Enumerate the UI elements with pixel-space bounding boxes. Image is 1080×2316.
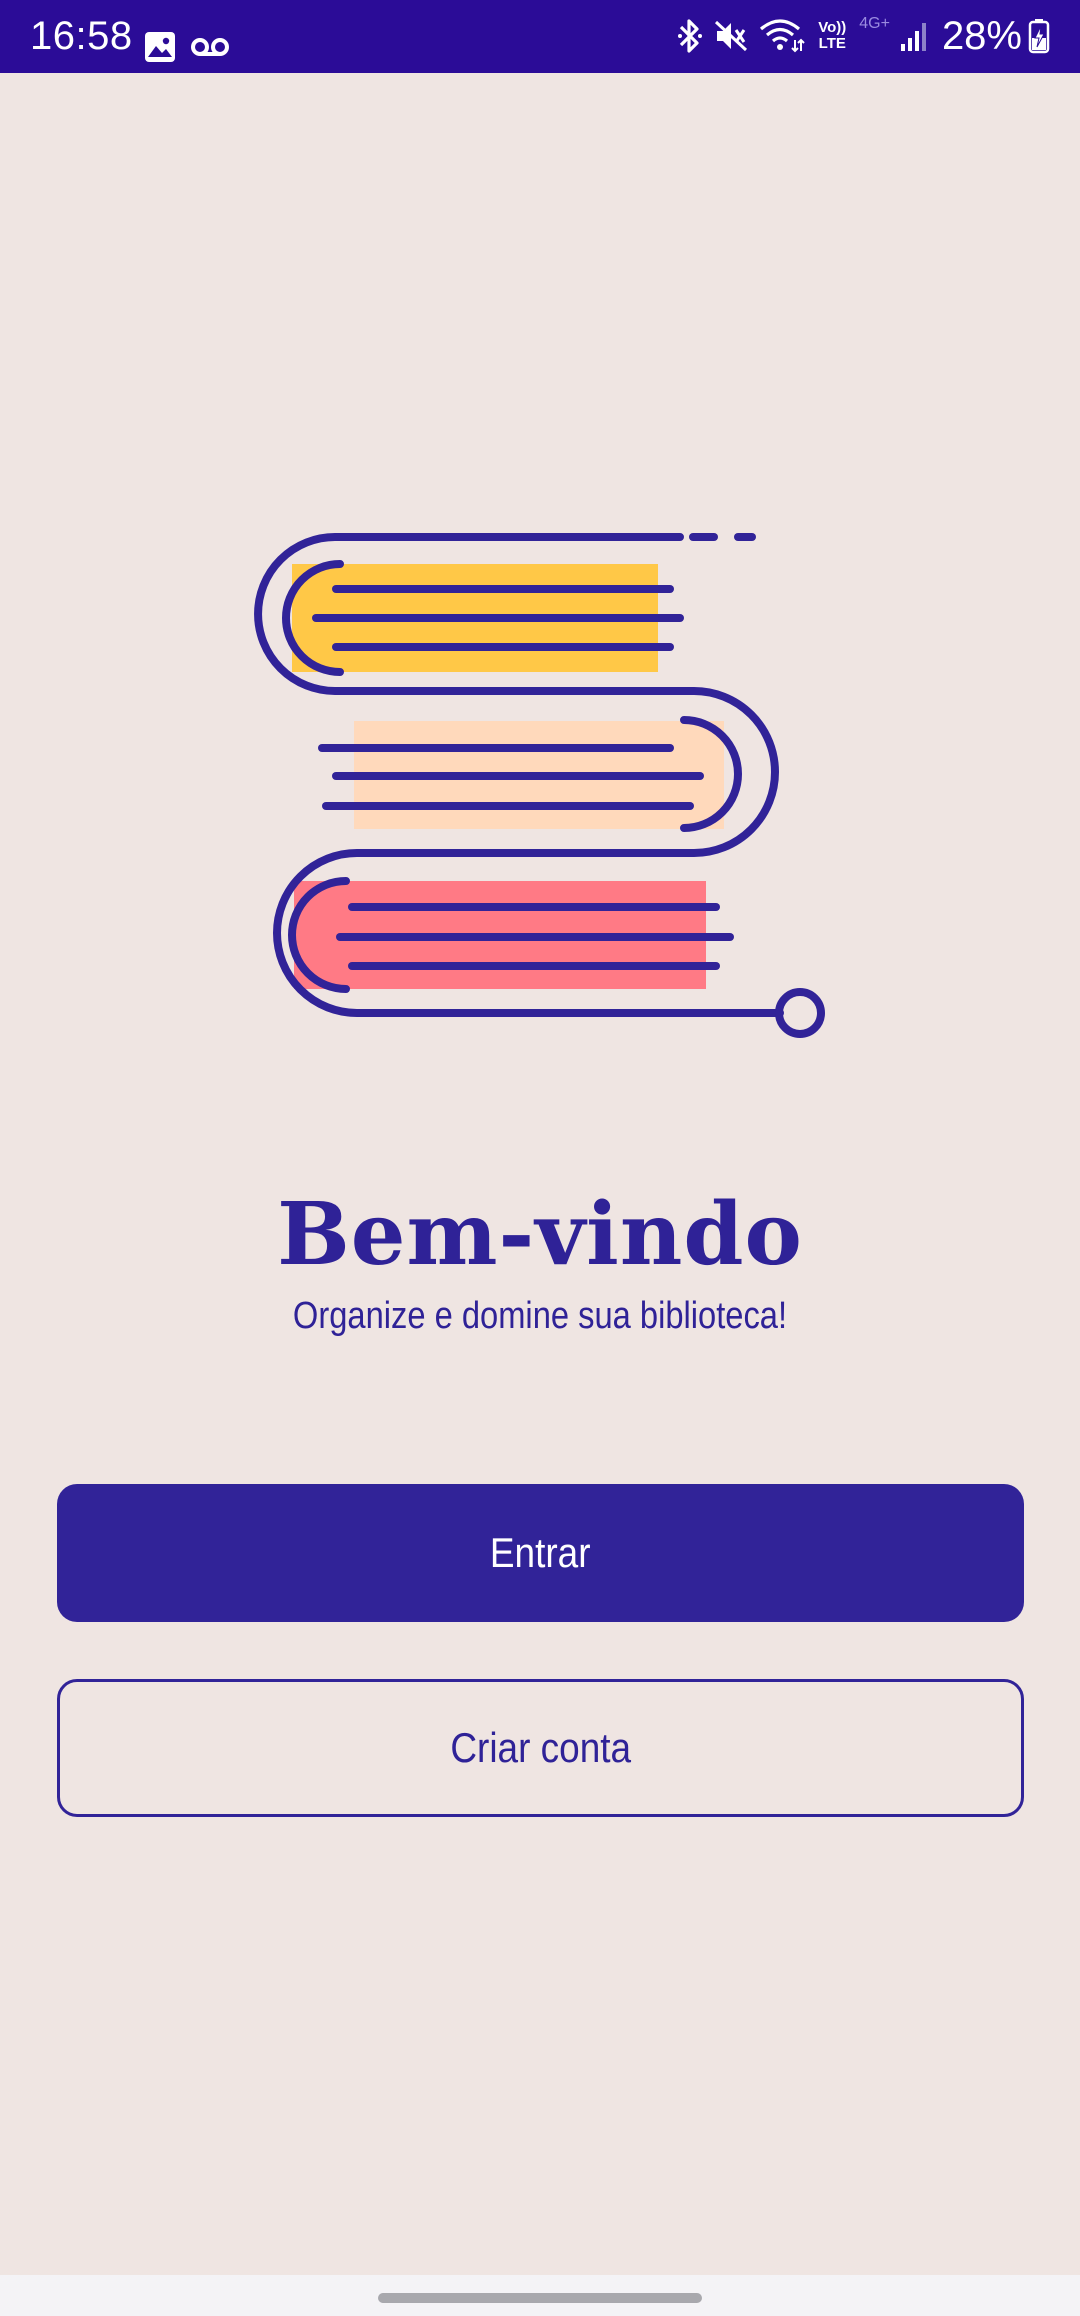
bluetooth-icon xyxy=(678,19,703,53)
gesture-navigation-bar xyxy=(0,2275,1080,2316)
battery-percent: 28% xyxy=(941,14,1022,58)
login-button[interactable]: Entrar xyxy=(57,1484,1024,1622)
battery-charging-icon xyxy=(1028,19,1050,54)
image-icon xyxy=(145,32,175,62)
volte-icon: Vo)) LTE xyxy=(815,20,849,52)
home-gesture-handle[interactable] xyxy=(378,2293,702,2303)
wifi-icon xyxy=(760,19,805,53)
signal-icon xyxy=(900,23,926,51)
welcome-subtitle: Organize e domine sua biblioteca! xyxy=(292,1295,788,1337)
network-type-text: 4G+ xyxy=(859,15,890,32)
status-right-icons: Vo)) LTE 4G+ 28% xyxy=(667,10,1050,62)
mute-icon xyxy=(715,20,748,52)
voicemail-icon xyxy=(191,38,229,56)
create-account-button[interactable]: Criar conta xyxy=(57,1679,1024,1817)
volte-top-text: Vo)) xyxy=(818,19,847,36)
welcome-title: Bem-vindo xyxy=(277,1184,803,1285)
books-illustration xyxy=(254,533,825,1038)
volte-bottom-text: LTE xyxy=(818,35,846,52)
status-time: 16:58 xyxy=(30,14,133,58)
login-button-label: Entrar xyxy=(490,1529,591,1576)
status-bar: 16:58 Vo)) LTE 4G+ 28% xyxy=(0,0,1080,73)
create-account-button-label: Criar conta xyxy=(450,1724,631,1771)
